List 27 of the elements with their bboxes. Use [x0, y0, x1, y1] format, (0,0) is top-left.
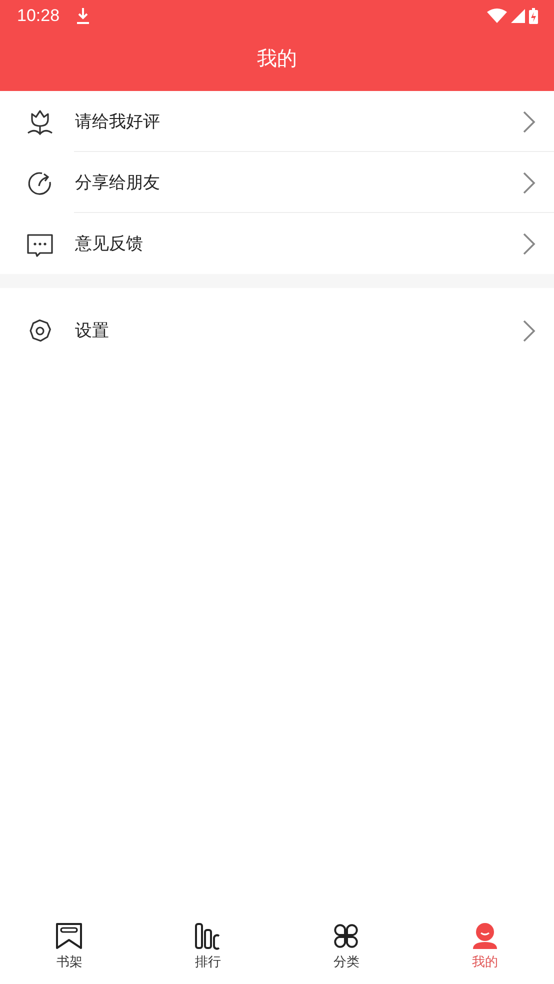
grid-icon — [332, 922, 360, 950]
signal-icon — [511, 9, 525, 23]
menu-item[interactable]: 设置 — [0, 300, 554, 361]
wifi-icon — [487, 8, 507, 24]
person-icon — [470, 922, 499, 950]
battery-icon — [529, 8, 538, 24]
bookmark-icon — [55, 922, 84, 950]
menu-label: 分享给朋友 — [75, 172, 161, 194]
menu-item[interactable]: 请给我好评 — [0, 91, 554, 152]
chevron-icon — [522, 320, 536, 342]
page-title: 我的 — [257, 45, 297, 72]
nav-tab[interactable]: 书架 — [0, 922, 138, 984]
flower-icon — [25, 108, 55, 136]
chevron-icon — [522, 232, 536, 254]
chevron-icon — [522, 110, 536, 132]
menu-item[interactable]: 分享给朋友 — [0, 152, 554, 213]
menu-item[interactable]: 意见反馈 — [0, 213, 554, 274]
download-icon — [76, 7, 90, 25]
status-time: 10:28 — [17, 6, 60, 26]
bar-chart-icon — [194, 922, 222, 950]
menu-label: 请给我好评 — [75, 111, 161, 133]
nav-tab[interactable]: 我的 — [416, 922, 554, 984]
menu-label: 意见反馈 — [75, 233, 144, 255]
chevron-icon — [522, 172, 536, 194]
menu-label: 设置 — [75, 320, 110, 342]
nav-tab[interactable]: 排行 — [138, 922, 277, 984]
nav-tab[interactable]: 分类 — [277, 922, 416, 984]
